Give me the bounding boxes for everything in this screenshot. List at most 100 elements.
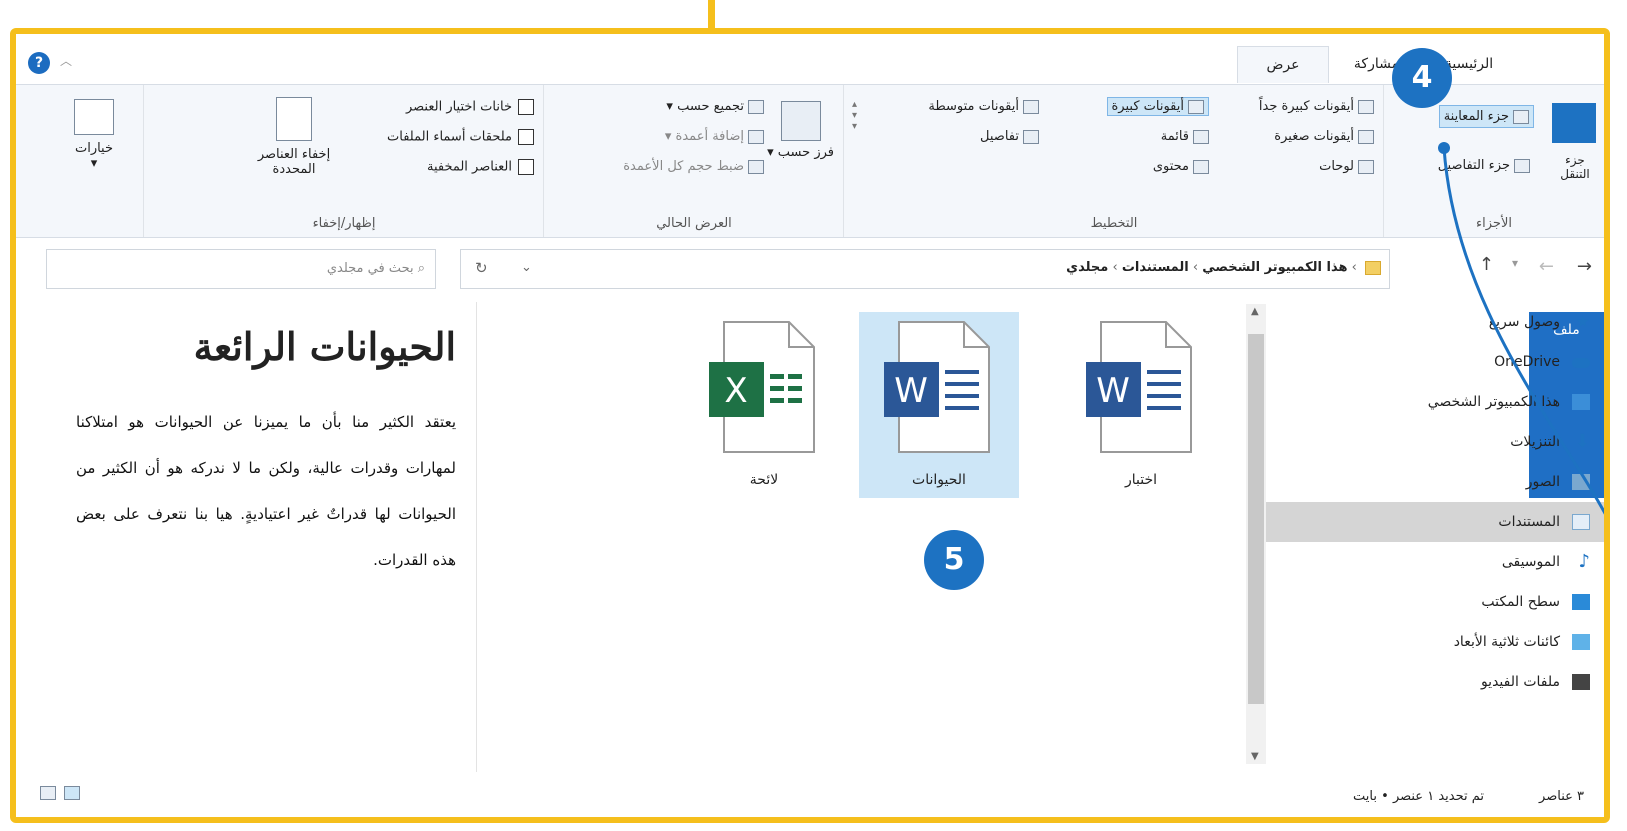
file-extensions-toggle[interactable]: ملحقات أسماء الملفات: [387, 129, 534, 145]
hidden-items-checkbox[interactable]: [518, 159, 534, 175]
preview-title: الحيوانات الرائعة: [193, 324, 456, 369]
search-icon: ⌕: [417, 261, 425, 276]
content-icon: [1193, 159, 1209, 174]
file-item-selected[interactable]: W الحيوانات: [859, 312, 1019, 498]
breadcrumb-this-pc[interactable]: هذا الكمبيوتر الشخصي: [1202, 260, 1347, 275]
add-columns-icon: [748, 129, 764, 144]
fit-columns-icon: [748, 159, 764, 174]
item-checkboxes-label: خانات اختيار العنصر: [405, 99, 512, 115]
layout-small-icons[interactable]: أيقونات صغيرة: [1274, 129, 1374, 144]
tab-view[interactable]: عرض: [1237, 46, 1329, 83]
scroll-down-icon[interactable]: ▼: [1251, 751, 1259, 762]
xlarge-icons-icon: [1358, 99, 1374, 114]
small-icons-icon: [1358, 129, 1374, 144]
hidden-items-toggle[interactable]: العناصر المخفية: [427, 159, 534, 175]
options-button[interactable]: خيارات ▾: [74, 99, 114, 171]
desktop-icon: [1572, 594, 1590, 610]
list-icon: [1193, 129, 1209, 144]
address-bar[interactable]: › هذا الكمبيوتر الشخصي › المستندات › مجل…: [460, 249, 1390, 289]
options-icon: [74, 99, 114, 135]
file-item[interactable]: W اختبار: [1061, 312, 1221, 498]
layout-group: أيقونات كبيرة جداً أيقونات كبيرة أيقونات…: [843, 85, 1384, 237]
nav-item-label: ملفات الفيديو: [1480, 674, 1560, 690]
nav-item-desktop[interactable]: سطح المكتب: [1264, 582, 1604, 622]
add-columns-label: إضافة أعمدة: [675, 129, 744, 144]
options-group: خيارات ▾: [16, 85, 144, 237]
step-4-badge: 4: [1392, 48, 1452, 108]
hide-selected-label: إخفاء العناصر المحددة: [257, 147, 331, 177]
svg-text:W: W: [894, 371, 928, 411]
scroll-thumb[interactable]: [1248, 334, 1264, 704]
preview-pane: الحيوانات الرائعة يعتقد الكثير منا بأن م…: [76, 324, 456, 583]
nav-item-label: كائنات ثلاثية الأبعاد: [1453, 634, 1560, 650]
sort-by-button[interactable]: فرز حسب ▾: [767, 101, 834, 160]
details-view-icon[interactable]: [40, 785, 56, 800]
layout-list[interactable]: قائمة: [1161, 129, 1209, 144]
status-bar: ٣ عناصر تم تحديد ١ عنصر • بايت: [16, 777, 1604, 817]
details-icon: [1023, 129, 1039, 144]
group-by-button[interactable]: تجميع حسب ▾: [666, 99, 764, 114]
selection-status: تم تحديد ١ عنصر • بايت: [1353, 789, 1484, 804]
fit-columns-button[interactable]: ضبط حجم كل الأعمدة: [623, 159, 764, 174]
file-item[interactable]: X لائحة: [684, 312, 844, 498]
item-checkboxes-checkbox[interactable]: [518, 99, 534, 115]
layout-content-label: محتوى: [1152, 159, 1189, 174]
layout-group-label: التخطيط: [1090, 216, 1138, 231]
layout-large-icons[interactable]: أيقونات كبيرة: [1106, 97, 1209, 116]
3d-objects-icon: [1572, 634, 1590, 650]
layout-tiles[interactable]: لوحات: [1319, 159, 1374, 174]
breadcrumb-documents[interactable]: المستندات: [1122, 260, 1189, 275]
medium-icons-icon: [1023, 99, 1039, 114]
file-name: الحيوانات: [912, 472, 966, 488]
help-icon[interactable]: ?: [28, 52, 50, 74]
layout-content[interactable]: محتوى: [1153, 159, 1209, 174]
nav-item-label: الموسيقى: [1501, 554, 1560, 570]
item-checkboxes-toggle[interactable]: خانات اختيار العنصر: [406, 99, 534, 115]
word-file-icon: W: [1086, 321, 1192, 453]
group-by-label: تجميع حسب: [677, 99, 744, 114]
layout-medium-label: أيقونات متوسطة: [928, 99, 1019, 114]
layout-details[interactable]: تفاصيل: [980, 129, 1039, 144]
nav-item-videos[interactable]: ملفات الفيديو: [1264, 662, 1604, 702]
svg-text:X: X: [724, 371, 747, 411]
callout-line: [1438, 142, 1604, 515]
ribbon-tabs: ملف الرئيسية مشاركة عرض: [16, 34, 1604, 498]
nav-item-3d-objects[interactable]: كائنات ثلاثية الأبعاد: [1264, 622, 1604, 662]
item-count: ٣ عناصر: [1539, 789, 1584, 804]
current-view-group-label: العرض الحالي: [656, 216, 732, 231]
preview-pane-label: جزء المعاينة: [1443, 109, 1509, 124]
layout-xlarge-label: أيقونات كبيرة جداً: [1258, 99, 1354, 114]
large-icons-view-icon[interactable]: [64, 785, 81, 800]
current-view-group: فرز حسب ▾ تجميع حسب ▾ إضافة أعمدة ▾ ضبط …: [543, 85, 844, 237]
address-dropdown-icon[interactable]: ⌄: [521, 260, 532, 275]
scroll-up-icon[interactable]: ▲: [1251, 306, 1259, 317]
preview-pane-button[interactable]: جزء المعاينة: [1438, 105, 1534, 128]
layout-details-label: تفاصيل: [980, 129, 1019, 144]
nav-scrollbar[interactable]: ▲ ▼: [1246, 304, 1266, 764]
file-extensions-checkbox[interactable]: [518, 129, 534, 145]
refresh-icon[interactable]: ↻: [475, 259, 488, 277]
layout-xlarge-icons[interactable]: أيقونات كبيرة جداً: [1259, 99, 1374, 114]
add-columns-button[interactable]: إضافة أعمدة ▾: [665, 129, 764, 144]
svg-text:W: W: [1096, 371, 1130, 411]
sort-by-icon: [780, 101, 821, 141]
fit-columns-label: ضبط حجم كل الأعمدة: [623, 159, 744, 174]
folder-icon: [1365, 260, 1381, 275]
search-box[interactable]: ⌕ بحث في مجلدي: [46, 249, 436, 289]
options-label: خيارات: [74, 141, 114, 156]
hide-selected-button[interactable]: إخفاء العناصر المحددة: [244, 97, 344, 177]
layout-small-label: أيقونات صغيرة: [1274, 129, 1354, 144]
breadcrumb-my-folder[interactable]: مجلدي: [1066, 260, 1108, 275]
layout-medium-icons[interactable]: أيقونات متوسطة: [928, 99, 1039, 114]
nav-item-label: سطح المكتب: [1481, 594, 1560, 610]
preview-pane-icon: [1513, 109, 1529, 124]
word-file-icon: W: [884, 321, 990, 453]
layout-list-label: قائمة: [1160, 129, 1189, 144]
file-name: اختبار: [1124, 472, 1158, 488]
collapse-ribbon-icon[interactable]: ︿: [60, 52, 72, 69]
layout-scroll-icon[interactable]: ▴ ▾ ▾: [852, 99, 857, 132]
file-explorer-window: ملف الرئيسية مشاركة عرض ? ︿ جزء التنقل ج…: [10, 28, 1610, 823]
sort-by-label: فرز حسب: [777, 145, 834, 160]
show-hide-group: خانات اختيار العنصر ملحقات أسماء الملفات…: [143, 85, 544, 237]
tiles-icon: [1358, 159, 1374, 174]
